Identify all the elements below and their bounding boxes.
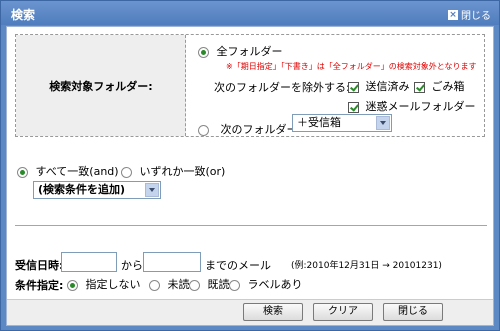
- condition-none-radio[interactable]: [67, 279, 78, 291]
- date-from-text: から: [121, 259, 143, 272]
- folder-section: 検索対象フォルダー: 全フォルダー ※「期日指定」「下書き」は「全フォルダー」の…: [15, 34, 485, 137]
- folder-select-value: ＋受信箱: [297, 116, 341, 129]
- button-bar: 検索 クリア 閉じる: [7, 299, 493, 325]
- condition-labeled-radio[interactable]: [229, 279, 240, 291]
- specific-folder-radio[interactable]: [198, 124, 209, 136]
- close-top-label: 閉じる: [461, 11, 491, 22]
- date-from-input[interactable]: [61, 252, 117, 272]
- close-top-button[interactable]: × 閉じる: [448, 7, 491, 22]
- exclude-spam-label: 迷惑メールフォルダー: [365, 100, 476, 113]
- exclude-sent-checkbox[interactable]: [348, 81, 359, 93]
- match-any-label: いずれか一致(or): [139, 165, 226, 178]
- match-any-radio[interactable]: [121, 166, 132, 178]
- exclude-sent-option[interactable]: 送信済み: [348, 78, 410, 94]
- exclude-trash-option[interactable]: ごみ箱: [414, 78, 465, 94]
- folder-note: ※「期日指定」「下書き」は「全フォルダー」の検索対象外となります: [226, 62, 477, 71]
- match-any-option[interactable]: いずれか一致(or): [121, 163, 225, 179]
- condition-labeled-label: ラベルあり: [247, 278, 303, 291]
- condition-option-unread[interactable]: 未読: [149, 276, 190, 292]
- exclude-sent-label: 送信済み: [365, 80, 410, 93]
- search-dialog: 検索 × 閉じる 検索対象フォルダー: 全フォルダー ※「期日指定」「下書き」は…: [0, 0, 500, 331]
- condition-label: 条件指定:: [15, 279, 64, 292]
- exclude-spam-option[interactable]: 迷惑メールフォルダー: [348, 98, 476, 114]
- folder-label-cell: 検索対象フォルダー:: [16, 35, 186, 136]
- specific-folder-label: 次のフォルダー: [220, 123, 298, 136]
- chevron-down-icon: [376, 116, 390, 130]
- folder-section-label: 検索対象フォルダー:: [49, 80, 153, 93]
- date-example: (例:2010年12月31日 → 20101231): [291, 261, 442, 271]
- close-button[interactable]: 閉じる: [383, 303, 443, 321]
- condition-option-labeled[interactable]: ラベルあり: [229, 276, 303, 292]
- chevron-down-icon: [145, 183, 159, 197]
- date-until-text: までのメール: [205, 259, 271, 272]
- date-until-input[interactable]: [143, 252, 201, 272]
- close-icon: ×: [448, 9, 458, 20]
- match-all-option[interactable]: すべて一致(and): [17, 163, 119, 179]
- exclude-spam-checkbox[interactable]: [348, 101, 359, 113]
- condition-read-radio[interactable]: [189, 279, 200, 291]
- dialog-title: 検索: [11, 8, 36, 22]
- exclude-trash-label: ごみ箱: [431, 80, 465, 93]
- clear-button[interactable]: クリア: [313, 303, 373, 321]
- folder-select[interactable]: ＋受信箱: [292, 114, 392, 132]
- all-folders-label: 全フォルダー: [216, 45, 283, 58]
- date-label: 受信日時:: [15, 259, 64, 272]
- add-condition-value: (検索条件を追加): [38, 183, 126, 196]
- exclude-trash-checkbox[interactable]: [414, 81, 425, 93]
- match-all-label: すべて一致(and): [35, 165, 119, 178]
- condition-option-none[interactable]: 指定しない: [67, 276, 141, 292]
- condition-none-label: 指定しない: [85, 278, 141, 291]
- dialog-content: 検索対象フォルダー: 全フォルダー ※「期日指定」「下書き」は「全フォルダー」の…: [6, 26, 494, 326]
- condition-read-label: 既読: [207, 278, 230, 291]
- all-folders-option[interactable]: 全フォルダー: [198, 43, 283, 59]
- all-folders-radio[interactable]: [198, 46, 209, 58]
- title-bar: 検索 × 閉じる: [1, 1, 499, 25]
- specific-folder-option[interactable]: 次のフォルダー: [198, 121, 298, 137]
- search-button[interactable]: 検索: [243, 303, 303, 321]
- condition-unread-label: 未読: [167, 278, 190, 291]
- condition-unread-radio[interactable]: [149, 279, 160, 291]
- divider: [15, 225, 487, 226]
- exclude-label: 次のフォルダーを除外する:: [214, 81, 350, 94]
- add-condition-select[interactable]: (検索条件を追加): [33, 181, 161, 199]
- condition-option-read[interactable]: 既読: [189, 276, 230, 292]
- match-all-radio[interactable]: [17, 166, 28, 178]
